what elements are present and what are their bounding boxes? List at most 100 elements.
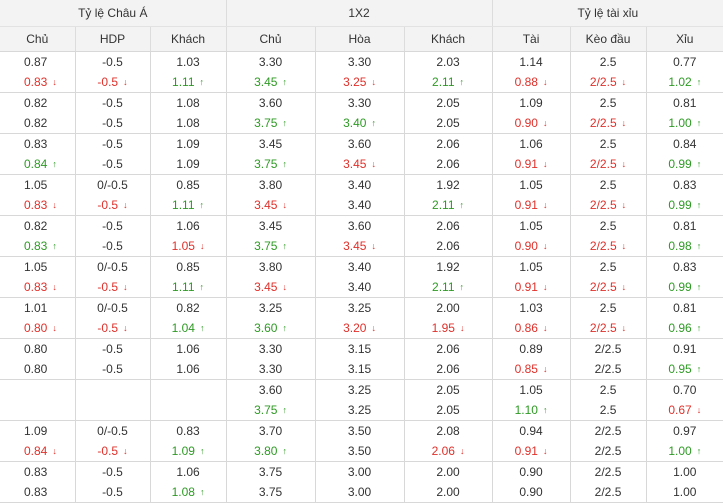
- table-row: 1.09 0.84 ↓ 0/-0.5 -0.5 ↓ 0.83 1.09 ↑ 3.70 3.80 ↑ 3.…: [0, 420, 723, 462]
- group-1x2: 1X2: [226, 0, 493, 27]
- odds-text: 3.25: [343, 74, 367, 89]
- arrow-down-icon: ↓: [123, 76, 128, 87]
- open-odds-value: 3.80: [227, 175, 315, 195]
- arrow-down-icon: ↓: [459, 322, 465, 333]
- cell-asian-home: 1.01 0.80 ↓: [0, 297, 76, 339]
- open-odds-value: -0.5: [76, 216, 150, 236]
- odds-text: 3.15: [347, 341, 372, 356]
- cell-1x2-away: 2.06 2.06: [404, 338, 493, 380]
- cell-asian-away: 0.85 1.11 ↑: [150, 256, 227, 298]
- open-odds-value: 0.81: [647, 93, 723, 113]
- open-odds-value: 3.70: [227, 421, 315, 441]
- odds-text: -0.5: [97, 279, 119, 294]
- cell-asian-home: 1.05 0.83 ↓: [0, 256, 76, 298]
- odds-text: 0.90: [514, 115, 538, 130]
- odds-text: 2/2.5: [594, 443, 622, 458]
- open-odds-value: 0.91: [647, 339, 723, 359]
- open-odds-value: 2.06: [405, 216, 492, 236]
- odds-text: 1.11: [172, 197, 195, 212]
- current-odds-value: 0.90 ↓: [493, 113, 570, 133]
- current-odds-value: 3.00: [316, 482, 404, 502]
- odds-text: 1.00: [673, 464, 697, 479]
- arrow-up-icon: ↑: [52, 240, 57, 251]
- open-odds-value: 0.77: [647, 52, 723, 72]
- current-odds-value: -0.5: [76, 482, 150, 502]
- odds-text: 0.80: [24, 361, 48, 376]
- current-odds-value: 1.04 ↑: [151, 318, 226, 338]
- odds-text: 2.05: [436, 382, 460, 397]
- current-odds-value: 0.91 ↓: [493, 441, 570, 461]
- col-1x2-away: Khách: [404, 26, 493, 52]
- current-odds-value: 0.95 ↑: [647, 359, 723, 379]
- cell-1x2-home: 3.60 3.75 ↑: [226, 379, 316, 421]
- odds-text: 2.5: [599, 218, 617, 233]
- current-odds-value: 2/2.5 ↓: [571, 154, 646, 174]
- odds-text: 0.84: [24, 156, 48, 171]
- odds-text: 1.06: [176, 361, 200, 376]
- open-odds-value: 0.90: [493, 462, 570, 482]
- arrow-down-icon: ↓: [52, 445, 57, 456]
- cell-ou-under: 0.70 0.67 ↓: [646, 379, 723, 421]
- arrow-down-icon: ↓: [542, 76, 548, 87]
- open-odds-value: 1.14: [493, 52, 570, 72]
- current-odds-value: 3.45 ↓: [227, 277, 315, 297]
- arrow-down-icon: ↓: [621, 240, 627, 251]
- odds-text: 2.06: [436, 238, 460, 253]
- cell-asian-away: 0.83 1.09 ↑: [150, 420, 227, 462]
- open-odds-value: 0.87: [0, 52, 75, 72]
- open-odds-value: 3.60: [316, 134, 404, 154]
- arrow-down-icon: ↓: [542, 445, 548, 456]
- cell-1x2-away: 1.92 2.11 ↑: [404, 256, 493, 298]
- cell-1x2-away: 1.92 2.11 ↑: [404, 174, 493, 216]
- open-odds-value: -0.5: [76, 93, 150, 113]
- table-row: 0.83 0.83 -0.5 -0.5 1.06 1.08 ↑ 3.75 3.75 3.00 3.0…: [0, 461, 723, 503]
- current-odds-value: 3.60 ↑: [227, 318, 315, 338]
- cell-asian-home: 0.80 0.80: [0, 338, 76, 380]
- cell-asian-home: 0.83 0.83: [0, 461, 76, 503]
- open-odds-value: 2/2.5: [571, 462, 646, 482]
- cell-ou-line: 2.5 2/2.5 ↓: [570, 174, 647, 216]
- odds-text: 2.08: [436, 423, 460, 438]
- arrow-up-icon: ↑: [282, 76, 287, 87]
- odds-text: 2/2.5: [589, 238, 617, 253]
- current-odds-value: 0.86 ↓: [493, 318, 570, 338]
- current-odds-value: 3.25 ↓: [316, 72, 404, 92]
- arrow-down-icon: ↓: [542, 158, 548, 169]
- cell-asian-away: 0.82 1.04 ↑: [150, 297, 227, 339]
- cell-asian-hdp: -0.5 -0.5: [75, 215, 151, 257]
- col-asian-home: Chủ: [0, 26, 76, 52]
- odds-text: -0.5: [102, 484, 123, 499]
- odds-text: 0.81: [673, 95, 697, 110]
- open-odds-value: 0.83: [151, 421, 226, 441]
- current-odds-value: -0.5: [76, 113, 150, 133]
- cell-asian-home: 1.05 0.83 ↓: [0, 174, 76, 216]
- odds-text: -0.5: [102, 341, 123, 356]
- odds-text: 0.91: [514, 279, 538, 294]
- current-odds-value: 0.83 ↓: [0, 72, 75, 92]
- open-odds-value: 2.06: [405, 134, 492, 154]
- current-odds-value: -0.5 ↓: [76, 318, 150, 338]
- odds-text: 3.45: [258, 136, 283, 151]
- open-odds-value: 3.00: [316, 462, 404, 482]
- odds-text: 0.83: [24, 136, 48, 151]
- open-odds-value: 0.97: [647, 421, 723, 441]
- odds-text: -0.5: [102, 361, 123, 376]
- odds-text: 3.80: [254, 443, 278, 458]
- arrow-down-icon: ↓: [371, 322, 376, 333]
- open-odds-value: 0.80: [0, 339, 75, 359]
- odds-text: 2/2.5: [589, 156, 617, 171]
- open-odds-value: 2.5: [571, 134, 646, 154]
- open-odds-value: 1.09: [493, 93, 570, 113]
- odds-text: 0.80: [24, 341, 48, 356]
- cell-1x2-home: 3.30 3.30: [226, 338, 316, 380]
- cell-ou-line: 2/2.5 2/2.5: [570, 461, 647, 503]
- cell-1x2-away: 2.00 1.95 ↓: [404, 297, 493, 339]
- open-odds-value: 1.05: [0, 175, 75, 195]
- arrow-up-icon: ↑: [52, 158, 57, 169]
- odds-text: 2/2.5: [589, 320, 617, 335]
- current-odds-value: 2/2.5: [571, 441, 646, 461]
- current-odds-value: 3.80 ↑: [227, 441, 315, 461]
- open-odds-value: 3.25: [316, 298, 404, 318]
- current-odds-value: 3.45 ↓: [316, 236, 404, 256]
- odds-text: 0.83: [24, 464, 48, 479]
